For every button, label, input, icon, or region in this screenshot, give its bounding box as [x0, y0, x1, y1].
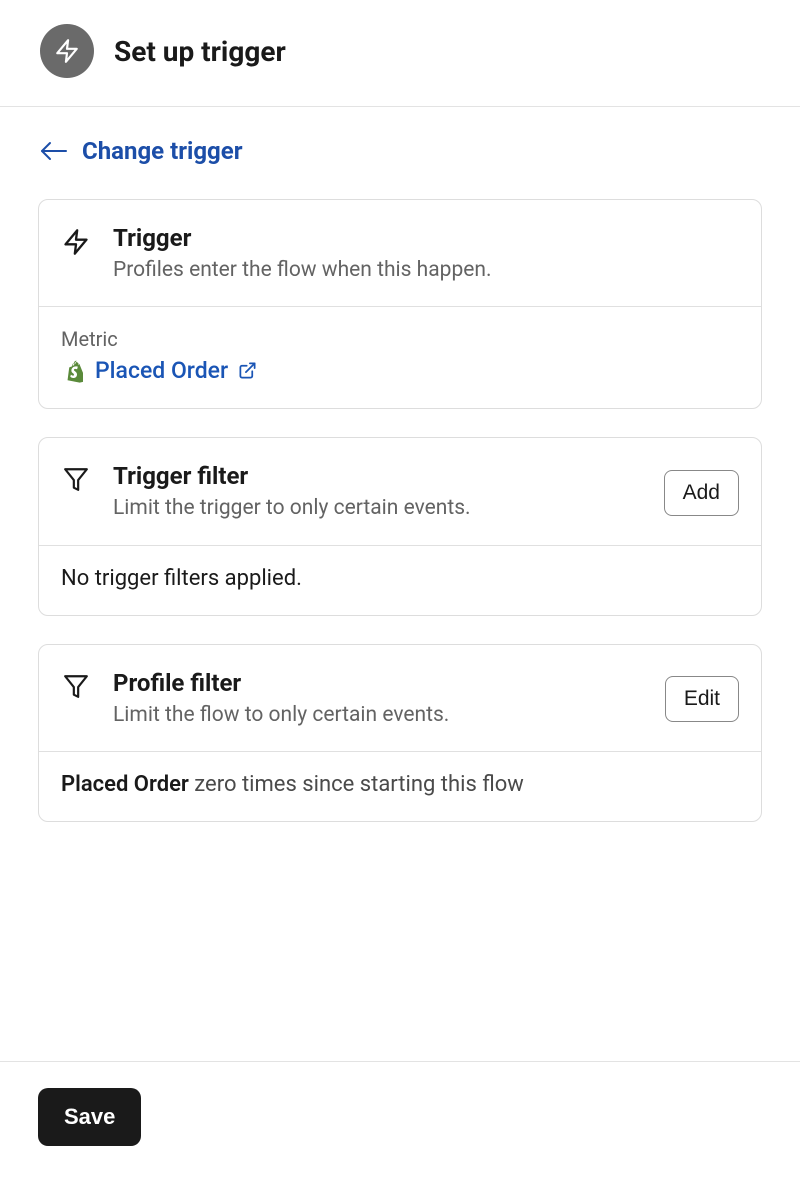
trigger-icon-circle	[40, 24, 94, 78]
metric-link[interactable]: Placed Order	[95, 357, 257, 384]
profile-filter-card-body: Placed Order zero times since starting t…	[39, 751, 761, 821]
trigger-card-subtitle: Profiles enter the flow when this happen…	[113, 256, 739, 284]
profile-filter-title: Profile filter	[113, 669, 643, 697]
metric-label: Metric	[61, 327, 739, 351]
page-footer: Save	[0, 1061, 800, 1182]
trigger-card-body: Metric Placed Order	[39, 306, 761, 408]
trigger-filter-card-body: No trigger filters applied.	[39, 545, 761, 615]
profile-filter-body-bold: Placed Order	[61, 772, 189, 797]
save-button[interactable]: Save	[38, 1088, 141, 1146]
metric-row: Placed Order	[61, 357, 739, 384]
trigger-filter-title: Trigger filter	[113, 462, 642, 490]
content-area: Change trigger Trigger Profiles enter th…	[0, 107, 800, 1061]
change-trigger-label: Change trigger	[82, 137, 243, 165]
trigger-filter-body-text: No trigger filters applied.	[61, 566, 739, 591]
page-header: Set up trigger	[0, 0, 800, 107]
add-trigger-filter-button[interactable]: Add	[664, 470, 739, 516]
external-link-icon	[238, 361, 257, 380]
trigger-filter-card-header: Trigger filter Limit the trigger to only…	[39, 438, 761, 544]
shopify-icon	[61, 359, 83, 383]
bolt-icon	[54, 38, 80, 64]
profile-filter-card-header: Profile filter Limit the flow to only ce…	[39, 645, 761, 751]
metric-value: Placed Order	[95, 357, 228, 384]
profile-filter-body-text: Placed Order zero times since starting t…	[61, 772, 739, 797]
trigger-filter-card: Trigger filter Limit the trigger to only…	[38, 437, 762, 615]
change-trigger-link[interactable]: Change trigger	[40, 137, 243, 165]
trigger-card-header: Trigger Profiles enter the flow when thi…	[39, 200, 761, 306]
filter-icon	[63, 673, 89, 699]
profile-filter-body-rest: zero times since starting this flow	[189, 772, 524, 797]
trigger-card-title: Trigger	[113, 224, 739, 252]
arrow-left-icon	[40, 140, 68, 162]
bolt-icon	[62, 228, 90, 256]
trigger-card: Trigger Profiles enter the flow when thi…	[38, 199, 762, 409]
profile-filter-subtitle: Limit the flow to only certain events.	[113, 701, 643, 729]
trigger-filter-subtitle: Limit the trigger to only certain events…	[113, 494, 642, 522]
profile-filter-card: Profile filter Limit the flow to only ce…	[38, 644, 762, 822]
edit-profile-filter-button[interactable]: Edit	[665, 676, 739, 722]
filter-icon	[63, 466, 89, 492]
page-title: Set up trigger	[114, 35, 286, 68]
